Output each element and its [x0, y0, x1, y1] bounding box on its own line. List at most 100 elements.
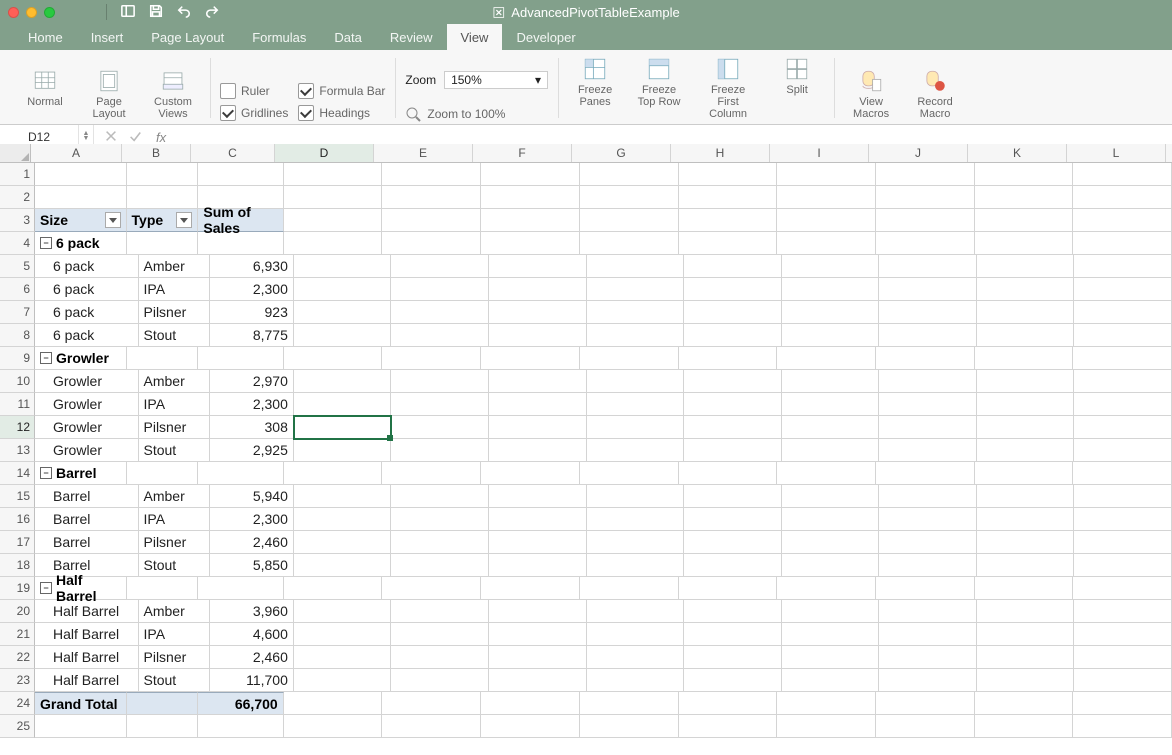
- cell[interactable]: [777, 186, 876, 209]
- cell[interactable]: [782, 623, 880, 646]
- cell[interactable]: [684, 255, 782, 278]
- cell[interactable]: [391, 669, 489, 692]
- cell[interactable]: 6 pack: [35, 301, 139, 324]
- normal-view-button[interactable]: Normal: [18, 66, 72, 120]
- cell[interactable]: 2,460: [210, 531, 294, 554]
- cell[interactable]: [1073, 347, 1172, 370]
- cell[interactable]: [587, 531, 685, 554]
- cell[interactable]: Pilsner: [139, 646, 210, 669]
- cell[interactable]: [587, 600, 685, 623]
- cell[interactable]: [382, 186, 481, 209]
- cell[interactable]: [284, 715, 383, 738]
- row-header[interactable]: 17: [0, 531, 35, 554]
- cell[interactable]: 4,600: [210, 623, 294, 646]
- cell[interactable]: [977, 508, 1075, 531]
- cell[interactable]: 2,300: [210, 393, 294, 416]
- cell[interactable]: [977, 278, 1075, 301]
- cell[interactable]: [679, 163, 778, 186]
- cell[interactable]: [876, 163, 975, 186]
- cell[interactable]: [876, 232, 975, 255]
- select-all-corner[interactable]: [0, 144, 31, 162]
- cell[interactable]: [489, 531, 587, 554]
- cell[interactable]: 2,460: [210, 646, 294, 669]
- cell[interactable]: [391, 485, 489, 508]
- cell[interactable]: [489, 278, 587, 301]
- page-layout-button[interactable]: Page Layout: [82, 66, 136, 122]
- cell[interactable]: [587, 623, 685, 646]
- cell[interactable]: [580, 209, 679, 232]
- tab-home[interactable]: Home: [14, 24, 77, 50]
- collapse-icon[interactable]: −: [40, 467, 52, 479]
- cell[interactable]: [977, 416, 1075, 439]
- cell[interactable]: [1074, 370, 1172, 393]
- cell[interactable]: [777, 209, 876, 232]
- cell[interactable]: IPA: [139, 278, 210, 301]
- cell[interactable]: Stout: [139, 554, 210, 577]
- cell[interactable]: [294, 669, 392, 692]
- cell[interactable]: [198, 347, 283, 370]
- cell[interactable]: [1074, 324, 1172, 347]
- row-header[interactable]: 3: [0, 209, 35, 232]
- cell[interactable]: [679, 209, 778, 232]
- cell[interactable]: [1073, 232, 1172, 255]
- row-header[interactable]: 8: [0, 324, 35, 347]
- cell[interactable]: Growler: [35, 393, 139, 416]
- cell[interactable]: [489, 324, 587, 347]
- cell[interactable]: [679, 186, 778, 209]
- cell[interactable]: [879, 416, 977, 439]
- cell[interactable]: [1074, 393, 1172, 416]
- gridlines-checkbox[interactable]: Gridlines: [220, 104, 288, 122]
- cell[interactable]: [879, 600, 977, 623]
- tab-review[interactable]: Review: [376, 24, 447, 50]
- cell[interactable]: [382, 715, 481, 738]
- cell[interactable]: [876, 692, 975, 715]
- cell[interactable]: [587, 255, 685, 278]
- cell[interactable]: [975, 163, 1074, 186]
- column-header[interactable]: G: [572, 144, 671, 162]
- cell[interactable]: [684, 439, 782, 462]
- cell[interactable]: [481, 186, 580, 209]
- cell[interactable]: [977, 646, 1075, 669]
- cell[interactable]: [777, 715, 876, 738]
- cell[interactable]: [1074, 508, 1172, 531]
- cell[interactable]: [294, 393, 392, 416]
- cell[interactable]: [977, 301, 1075, 324]
- cell[interactable]: [391, 416, 489, 439]
- cell[interactable]: [382, 462, 481, 485]
- cell[interactable]: [127, 715, 199, 738]
- cell[interactable]: [580, 462, 679, 485]
- undo-icon[interactable]: [177, 4, 191, 21]
- cell[interactable]: [294, 278, 392, 301]
- cell[interactable]: −6 pack: [35, 232, 127, 255]
- cell[interactable]: [127, 232, 199, 255]
- cell[interactable]: [294, 485, 392, 508]
- cell[interactable]: [284, 163, 383, 186]
- cell[interactable]: [294, 255, 392, 278]
- cell[interactable]: IPA: [139, 508, 210, 531]
- row-header[interactable]: 15: [0, 485, 35, 508]
- cell[interactable]: [127, 186, 199, 209]
- tab-formulas[interactable]: Formulas: [238, 24, 320, 50]
- cell[interactable]: [977, 600, 1075, 623]
- cell[interactable]: Pilsner: [139, 531, 210, 554]
- cell[interactable]: [580, 163, 679, 186]
- cell[interactable]: [679, 232, 778, 255]
- cell[interactable]: 2,300: [210, 278, 294, 301]
- cell[interactable]: [294, 508, 392, 531]
- cell[interactable]: Barrel: [35, 531, 139, 554]
- window-minimize-icon[interactable]: [26, 7, 37, 18]
- cell[interactable]: [481, 163, 580, 186]
- cell[interactable]: 6 pack: [35, 278, 139, 301]
- cell[interactable]: [684, 416, 782, 439]
- cell[interactable]: [879, 646, 977, 669]
- cell[interactable]: [684, 531, 782, 554]
- cell[interactable]: [879, 623, 977, 646]
- cell[interactable]: [198, 577, 283, 600]
- cell[interactable]: [782, 600, 880, 623]
- cell[interactable]: [580, 577, 679, 600]
- cell[interactable]: [1074, 439, 1172, 462]
- formula-bar-checkbox[interactable]: Formula Bar: [298, 82, 385, 100]
- cell[interactable]: [391, 324, 489, 347]
- cell[interactable]: [975, 232, 1074, 255]
- cell[interactable]: [679, 347, 778, 370]
